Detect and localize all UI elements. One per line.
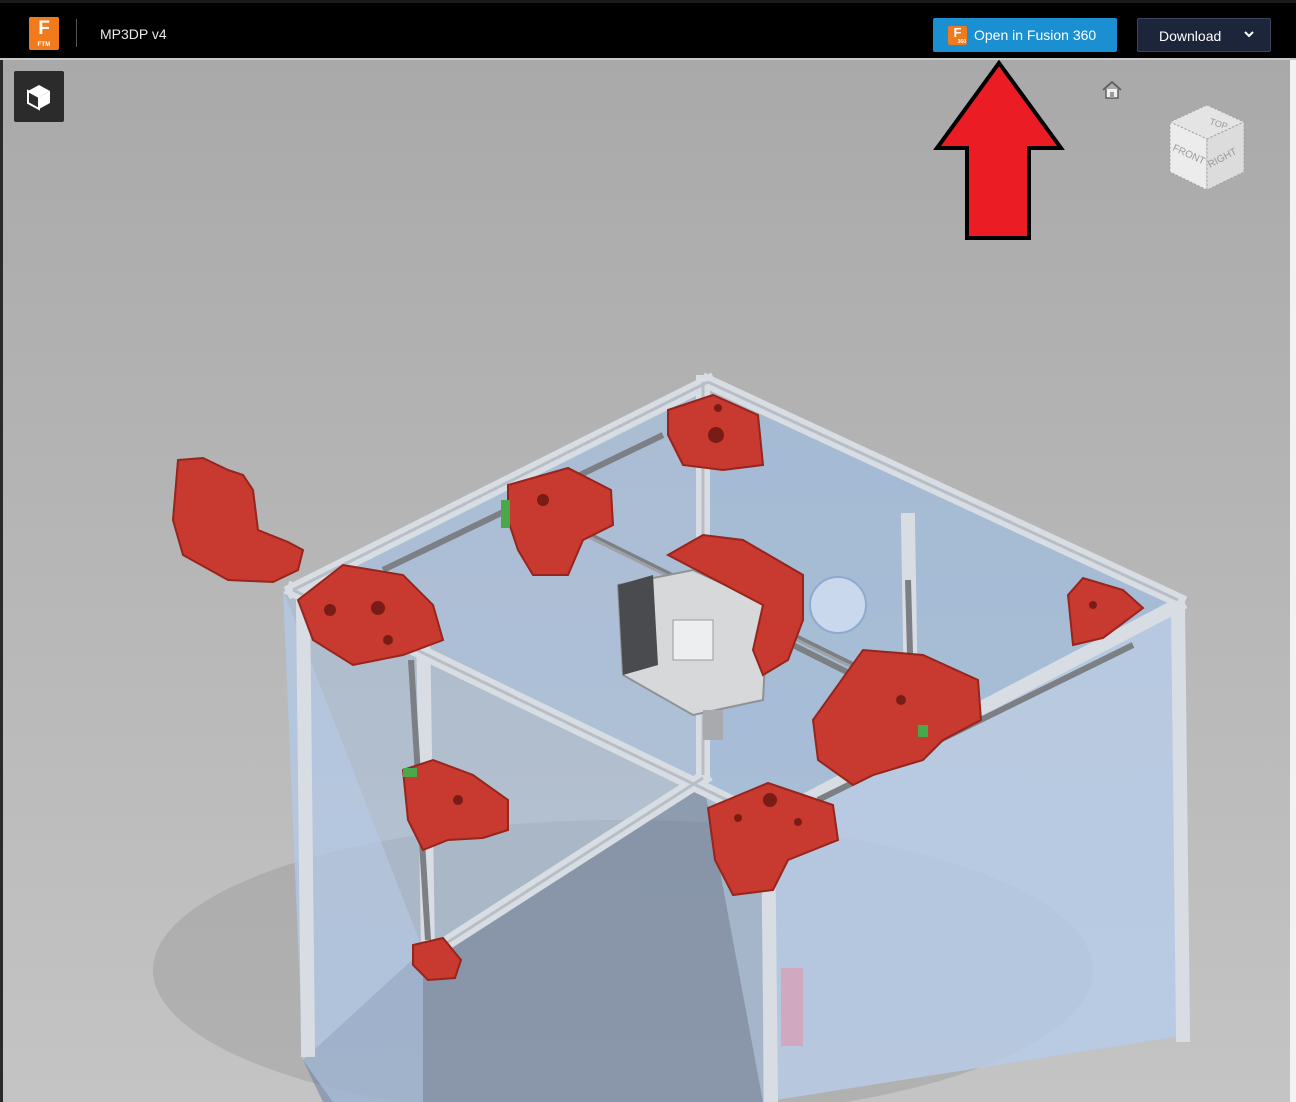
home-icon[interactable] xyxy=(1101,80,1123,100)
red-arrow-annotation xyxy=(933,60,1065,240)
printer-model-render[interactable] xyxy=(3,60,1290,1102)
fusion-logo-icon[interactable]: F FTM xyxy=(29,17,59,50)
header-divider xyxy=(76,19,77,47)
download-label: Download xyxy=(1159,28,1222,44)
open-in-fusion-button[interactable]: F 360 Open in Fusion 360 xyxy=(933,18,1117,52)
viewcube-icon[interactable]: TOP FRONT RIGHT xyxy=(1164,102,1250,196)
cube-view-icon xyxy=(27,84,50,111)
document-title: MP3DP v4 xyxy=(100,26,167,42)
download-button[interactable]: Download xyxy=(1137,18,1271,52)
window-right-edge xyxy=(1290,60,1296,1102)
top-bar: F FTM MP3DP v4 F 360 Open in Fusion 360 … xyxy=(0,0,1296,60)
cube-view-button[interactable] xyxy=(14,71,64,122)
fusion-360-icon: F 360 xyxy=(948,25,967,45)
chevron-down-icon[interactable] xyxy=(1242,27,1256,41)
open-in-fusion-label: Open in Fusion 360 xyxy=(974,27,1097,43)
